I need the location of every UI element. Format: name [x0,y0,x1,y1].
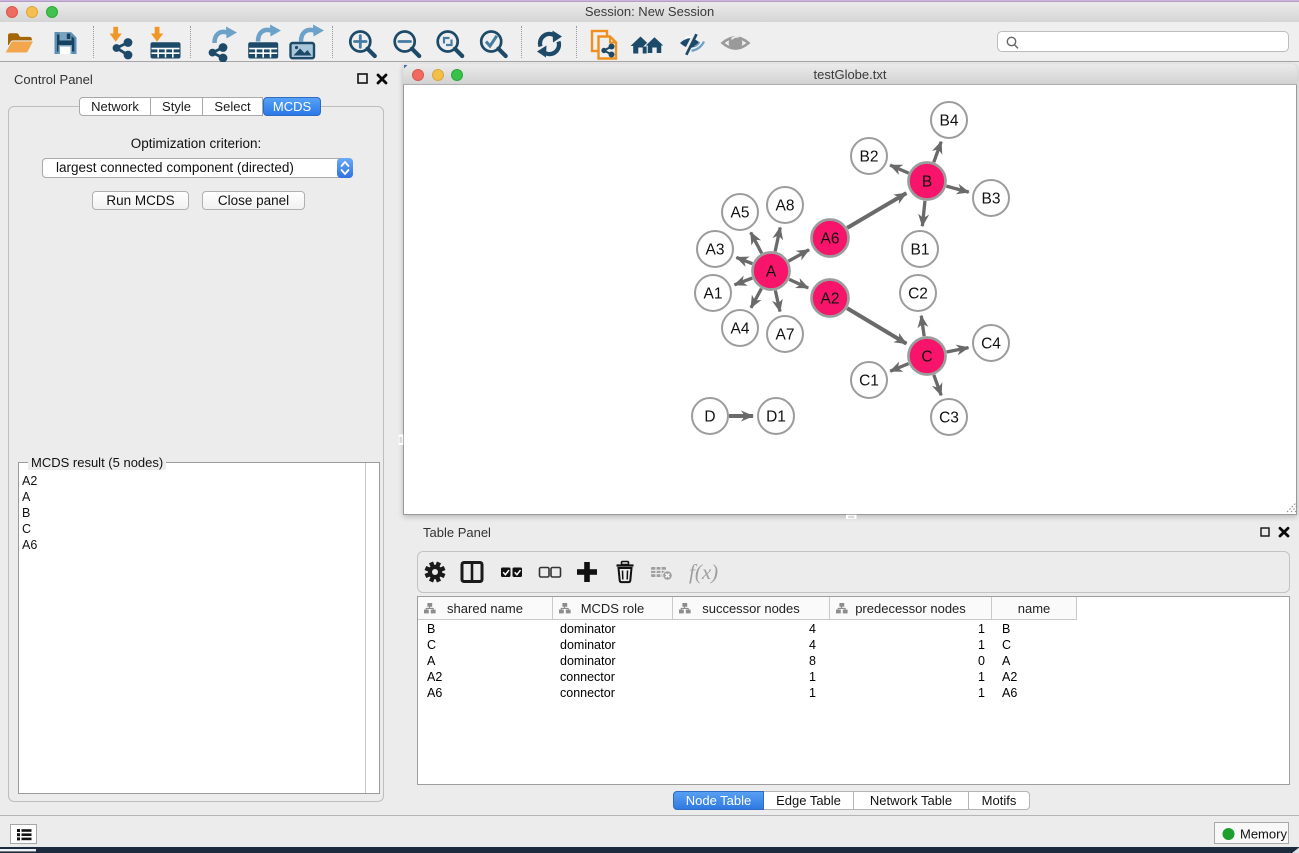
svg-text:B4: B4 [940,113,959,130]
svg-text:A6: A6 [821,231,840,248]
svg-text:A4: A4 [731,321,750,338]
svg-text:A5: A5 [731,205,750,222]
svg-text:A8: A8 [776,198,795,215]
svg-text:A1: A1 [704,286,723,303]
svg-text:A: A [766,264,777,281]
svg-text:C1: C1 [859,373,879,390]
svg-text:Memory: Memory [1240,827,1287,842]
svg-text:C4: C4 [981,336,1001,353]
svg-text:C2: C2 [908,286,928,303]
svg-text:A2: A2 [821,291,840,308]
svg-text:B1: B1 [911,242,930,259]
svg-text:C3: C3 [939,410,959,427]
svg-text:C: C [921,349,932,366]
svg-text:B: B [922,174,932,191]
svg-text:B3: B3 [982,191,1001,208]
svg-text:A7: A7 [776,327,795,344]
svg-text:D: D [704,409,715,426]
svg-text:D1: D1 [766,409,786,426]
svg-text:B2: B2 [860,149,879,166]
svg-text:f(x): f(x) [689,560,718,584]
svg-text:A3: A3 [706,242,725,259]
